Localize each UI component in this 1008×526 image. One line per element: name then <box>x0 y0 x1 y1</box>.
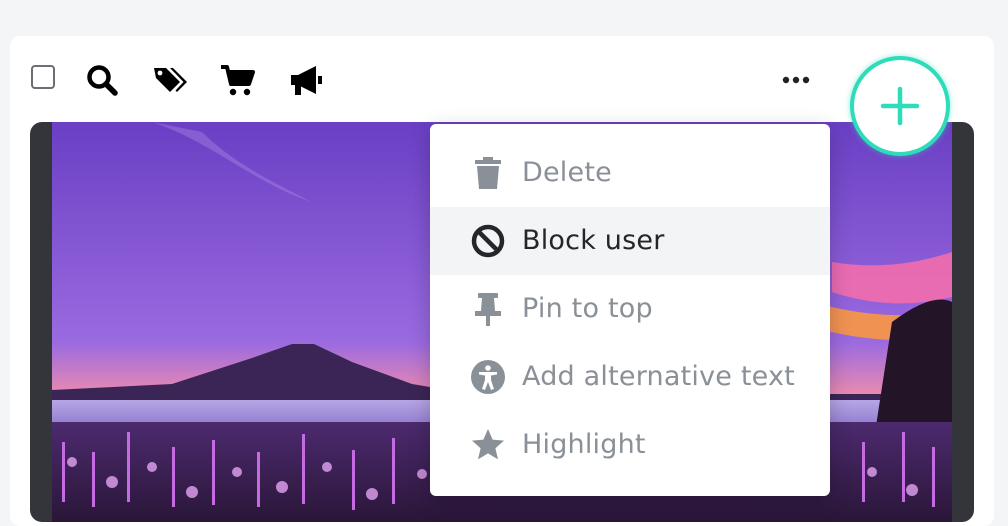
menu-item-label: Pin to top <box>522 293 653 324</box>
menu-item-highlight[interactable]: Highlight <box>430 411 830 479</box>
menu-item-delete[interactable]: Delete <box>430 139 830 207</box>
select-checkbox[interactable] <box>31 65 55 89</box>
add-button[interactable] <box>850 56 950 156</box>
more-horizontal-icon[interactable] <box>780 68 812 92</box>
block-icon <box>470 223 506 259</box>
menu-item-label: Delete <box>522 157 612 188</box>
search-icon[interactable] <box>84 62 120 98</box>
star-icon <box>470 427 506 463</box>
menu-item-label: Highlight <box>522 429 646 460</box>
accessibility-icon <box>470 359 506 395</box>
context-menu: Delete Block user Pin to top Add alterna… <box>430 124 830 496</box>
menu-item-block-user[interactable]: Block user <box>430 207 830 275</box>
plus-icon <box>880 86 920 126</box>
trash-icon <box>470 155 506 191</box>
menu-item-add-alternative-text[interactable]: Add alternative text <box>430 343 830 411</box>
cart-icon[interactable] <box>220 62 256 98</box>
pin-icon <box>470 291 506 327</box>
megaphone-icon[interactable] <box>288 62 324 98</box>
menu-item-label: Block user <box>522 225 665 256</box>
menu-item-pin-to-top[interactable]: Pin to top <box>430 275 830 343</box>
tags-icon[interactable] <box>152 62 188 98</box>
menu-item-label: Add alternative text <box>522 361 795 392</box>
